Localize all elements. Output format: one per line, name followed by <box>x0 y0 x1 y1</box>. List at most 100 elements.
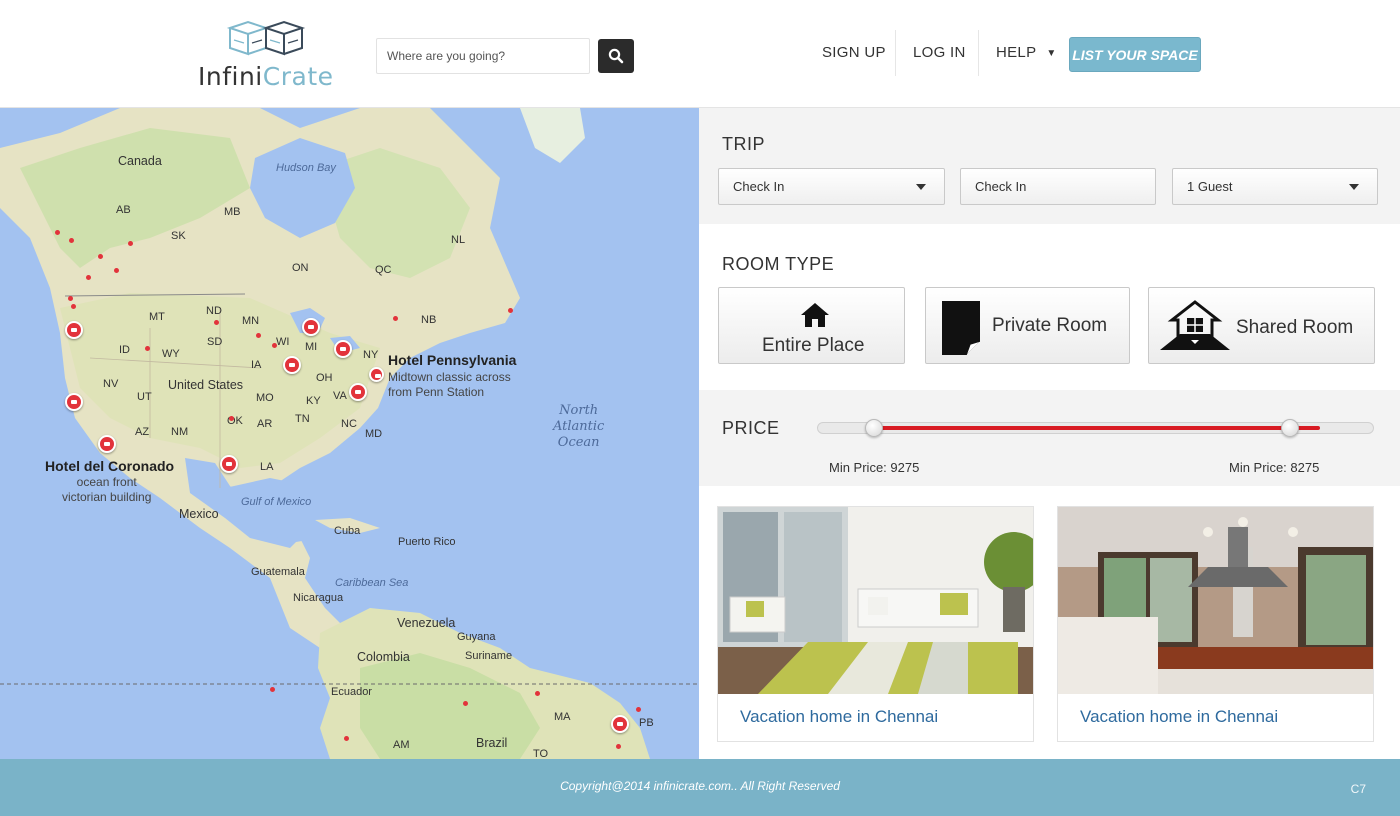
hotel-map-pin[interactable] <box>334 340 352 358</box>
map-label-puerto-rico: Puerto Rico <box>398 536 456 548</box>
map-label-mo: MO <box>256 392 274 404</box>
hotel-desc-line: ocean front <box>76 475 137 489</box>
hotel-map-pin[interactable] <box>65 393 83 411</box>
entire-place-label: Entire Place <box>762 335 865 356</box>
listing-dot <box>214 320 219 325</box>
hotel-map-pin[interactable] <box>98 435 116 453</box>
map-label-pb: PB <box>639 717 654 729</box>
listing-title[interactable]: Vacation home in Chennai <box>740 707 938 727</box>
hotel-map-pin[interactable] <box>302 318 320 336</box>
map-label-nd: ND <box>206 305 222 317</box>
caret-down-icon <box>916 184 926 190</box>
map-label-united-states: United States <box>168 378 244 392</box>
map-label-qc: QC <box>375 264 392 276</box>
listing-dot <box>114 268 119 273</box>
listing-dot <box>344 736 349 741</box>
map-label-wy: WY <box>162 348 180 360</box>
checkin-value: Check In <box>733 179 785 194</box>
price-range-slider[interactable] <box>817 419 1374 437</box>
map-label-ecuador: Ecuador <box>331 686 372 698</box>
map-label-gulf-of-mexico: Gulf of Mexico <box>241 496 312 508</box>
copyright-text: Copyright@2014 infinicrate.com.. All Rig… <box>560 779 840 793</box>
login-link[interactable]: LOG IN <box>913 44 966 61</box>
hotel-map-pin[interactable] <box>349 383 367 401</box>
map-label-brazil: Brazil <box>476 736 508 750</box>
map-label-nm: NM <box>171 426 189 438</box>
listing-dot <box>508 308 513 313</box>
map-label-md: MD <box>365 428 383 440</box>
logo-part-crate: Crate <box>262 62 334 91</box>
map-label-cuba: Cuba <box>334 525 361 537</box>
map-label-venezuela: Venezuela <box>397 616 456 630</box>
listing-card[interactable]: Vacation home in Chennai <box>1057 506 1374 742</box>
infinicrate-logo[interactable]: InfiniCrate <box>198 18 343 91</box>
map-label-colombia: Colombia <box>357 650 410 664</box>
checkout-input[interactable]: Check In <box>960 168 1156 205</box>
price-min-handle[interactable] <box>865 419 883 437</box>
hotel-map-pin[interactable] <box>283 356 301 374</box>
map-label-nv: NV <box>103 378 119 390</box>
kitchen-photo <box>1058 507 1373 694</box>
hotel-map-pin[interactable] <box>65 321 83 339</box>
hotel-del-coronado-title[interactable]: Hotel del Coronado <box>45 458 174 474</box>
signup-link[interactable]: SIGN UP <box>822 44 886 61</box>
listing-dot <box>86 275 91 280</box>
search-button[interactable] <box>598 39 634 73</box>
house-icon <box>801 303 829 327</box>
trip-title: TRIP <box>722 134 766 154</box>
map-label-ut: UT <box>137 391 152 403</box>
map-label-mn: MN <box>242 315 260 327</box>
map-label-va: VA <box>333 390 347 402</box>
hotel-del-coronado-desc: ocean front victorian building <box>62 475 151 505</box>
door-icon <box>942 301 980 355</box>
listing-card[interactable]: Vacation home in Chennai <box>717 506 1034 742</box>
price-section: PRICE Min Price: 9275 Min Price: 8275 <box>699 390 1400 486</box>
private-room-label: Private Room <box>992 315 1108 336</box>
map-label-ma: MA <box>554 711 571 723</box>
listing-dot <box>229 416 234 421</box>
nav-divider <box>978 30 979 76</box>
listing-dot <box>616 744 621 749</box>
help-label: HELP <box>996 44 1037 61</box>
entire-place-button[interactable]: Entire Place <box>718 287 905 364</box>
caret-down-icon: ▼ <box>1046 48 1057 59</box>
map-label-suriname: Suriname <box>465 650 513 662</box>
listing-dot <box>270 687 275 692</box>
listings-map[interactable]: Canada Hudson Bay AB MB SK ON QC NL NB M… <box>0 108 699 759</box>
map-label-tn: TN <box>295 413 310 425</box>
listing-dot <box>55 230 60 235</box>
max-price-label: Min Price: 8275 <box>1229 460 1320 475</box>
map-label-guyana: Guyana <box>457 631 496 643</box>
listing-dot <box>535 691 540 696</box>
checkin-select[interactable]: Check In <box>718 168 945 205</box>
list-your-space-button[interactable]: LIST YOUR SPACE <box>1069 37 1201 72</box>
shared-room-button[interactable]: Shared Room <box>1148 287 1375 364</box>
map-label-id: ID <box>119 344 130 356</box>
destination-search-input[interactable] <box>376 38 590 74</box>
map-label-sd: SD <box>207 336 223 348</box>
guests-select[interactable]: 1 Guest <box>1172 168 1378 205</box>
site-footer: Copyright@2014 infinicrate.com.. All Rig… <box>0 759 1400 816</box>
logo-part-infini: Infini <box>198 62 263 91</box>
map-label-mexico: Mexico <box>179 507 219 521</box>
listing-title[interactable]: Vacation home in Chennai <box>1080 707 1278 727</box>
map-label-am: AM <box>393 739 410 751</box>
price-max-handle[interactable] <box>1281 419 1299 437</box>
hotel-map-pin[interactable] <box>220 455 238 473</box>
ocean-line-2: Atlantic <box>553 419 605 434</box>
listing-dot <box>98 254 103 259</box>
map-label-mb: MB <box>224 206 241 218</box>
hotel-pennsylvania-title[interactable]: Hotel Pennsylvania <box>388 352 516 368</box>
hotel-map-pin[interactable] <box>611 715 629 733</box>
hotel-pennsylvania-desc: Midtown classic across from Penn Station <box>388 370 511 400</box>
listing-dot <box>463 701 468 706</box>
map-label-mt: MT <box>149 311 165 323</box>
help-menu[interactable]: HELP ▼ <box>996 44 1057 61</box>
private-room-button[interactable]: Private Room <box>925 287 1130 364</box>
trip-section: TRIP Check In Check In 1 Guest <box>699 108 1400 224</box>
map-label-oh: OH <box>316 372 333 384</box>
map-label-guatemala: Guatemala <box>251 566 305 578</box>
map-label-to: TO <box>533 748 549 759</box>
listing-dot <box>256 333 261 338</box>
hotel-map-pin[interactable] <box>369 367 384 382</box>
